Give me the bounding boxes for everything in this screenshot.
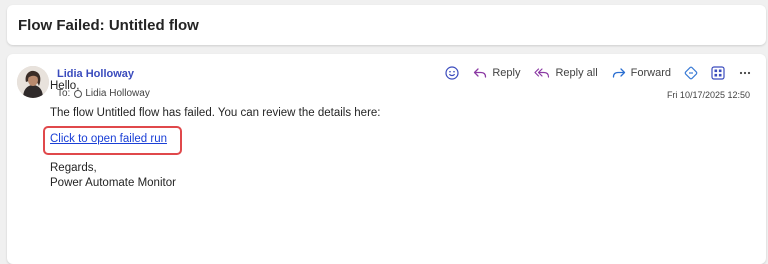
message-toolbar: Reply Reply all Forward [445, 64, 752, 82]
reply-all-arrow-icon [534, 68, 550, 78]
email-signature: Power Automate Monitor [50, 177, 176, 189]
reply-all-label: Reply all [555, 67, 598, 79]
email-paragraph: The flow Untitled flow has failed. You c… [50, 107, 381, 119]
email-regards: Regards, [50, 162, 97, 174]
failed-run-link[interactable]: Click to open failed run [50, 133, 167, 145]
reply-arrow-icon [474, 68, 487, 78]
loop-component-button[interactable] [684, 66, 698, 80]
reply-button[interactable]: Reply [473, 67, 520, 79]
reply-all-button[interactable]: Reply all [534, 67, 598, 79]
reply-label: Reply [492, 67, 521, 79]
ellipsis-icon [739, 71, 751, 75]
apps-button[interactable] [711, 66, 725, 80]
forward-label: Forward [630, 67, 671, 79]
sender-name[interactable]: Lidia Holloway [57, 68, 134, 80]
email-subject: Flow Failed: Untitled flow [18, 16, 199, 34]
person-avatar-icon [17, 66, 49, 98]
loop-icon [684, 66, 698, 80]
forward-button[interactable]: Forward [612, 67, 671, 79]
apps-grid-icon [711, 66, 725, 80]
message-card: Lidia Holloway To: Lidia Holloway Reply [7, 54, 766, 264]
forward-arrow-icon [612, 68, 625, 78]
email-greeting: Hello, [50, 80, 80, 92]
subject-header: Flow Failed: Untitled flow [7, 5, 766, 45]
more-actions-button[interactable] [738, 66, 752, 80]
sent-timestamp: Fri 10/17/2025 12:50 [666, 90, 750, 100]
recipient-name[interactable]: Lidia Holloway [85, 88, 149, 99]
smiley-icon [445, 66, 459, 80]
sender-avatar[interactable] [17, 66, 49, 98]
emoji-reaction-button[interactable] [445, 66, 459, 80]
